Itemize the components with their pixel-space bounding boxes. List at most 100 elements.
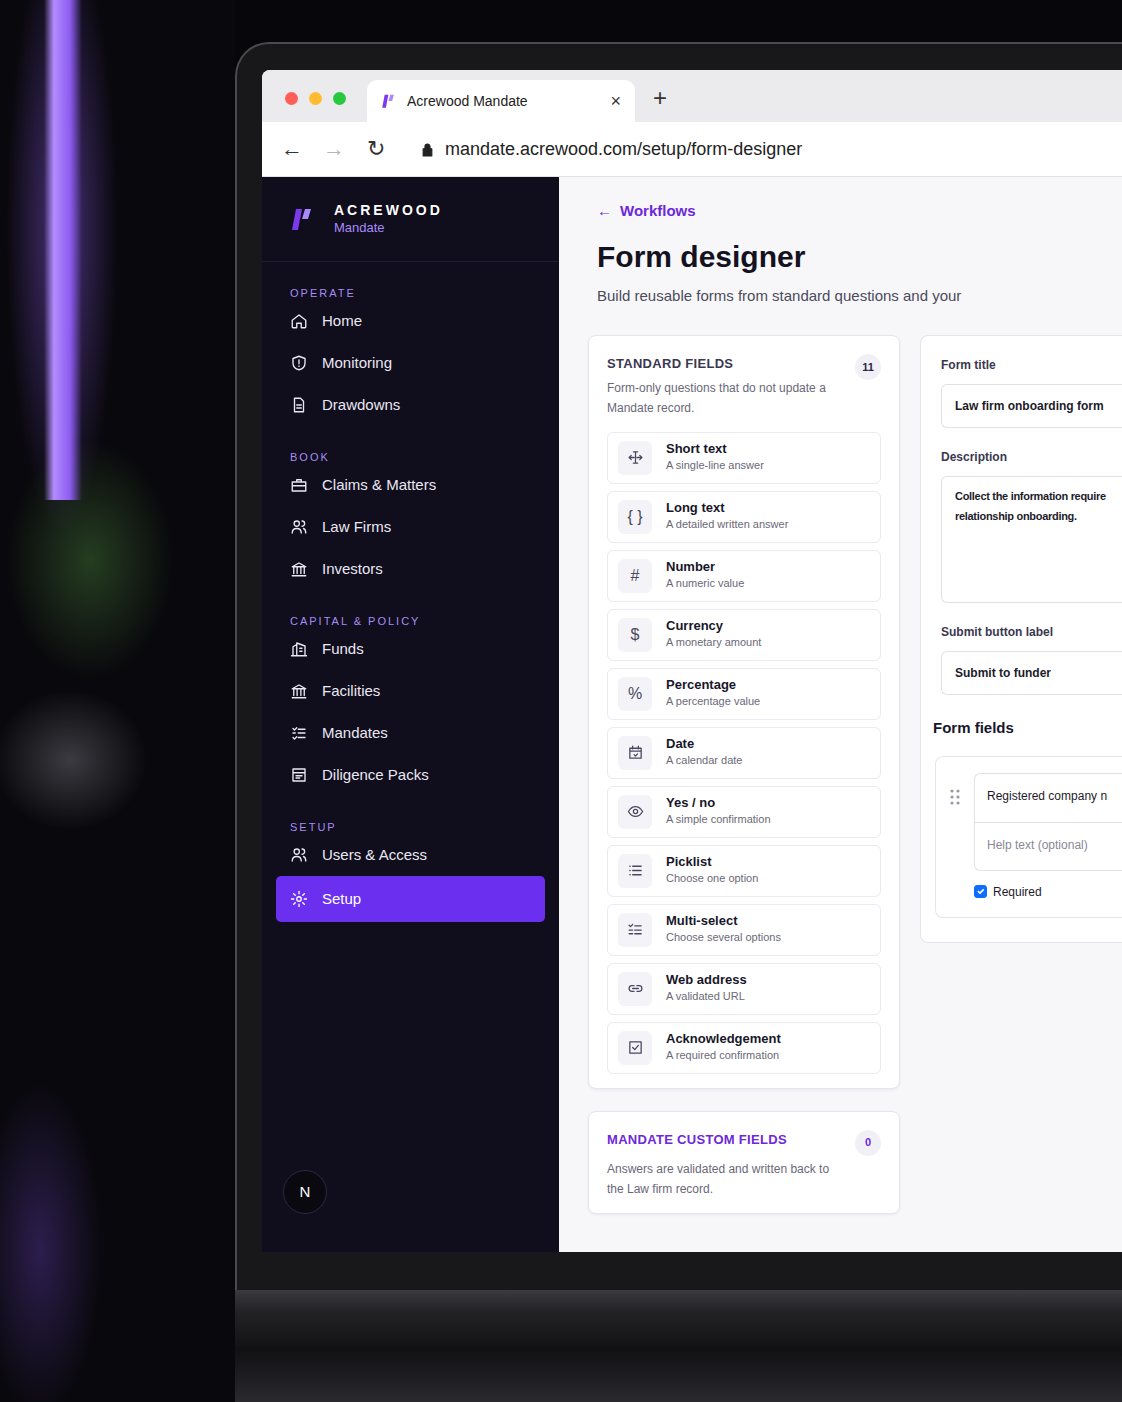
field-type-item[interactable]: Yes / noA simple confirmation: [607, 786, 881, 838]
sidebar-item[interactable]: Monitoring: [276, 342, 545, 384]
eye-icon: [627, 803, 644, 820]
field-type-text: PercentageA percentage value: [666, 677, 760, 709]
field-type-item[interactable]: DateA calendar date: [607, 727, 881, 779]
field-type-icon-box: [618, 854, 652, 888]
url-field[interactable]: mandate.acrewood.com/setup/form-designer: [419, 136, 802, 163]
card-title: MANDATE CUSTOM FIELDS: [607, 1130, 845, 1150]
field-type-item[interactable]: AcknowledgementA required confirmation: [607, 1022, 881, 1074]
standard-fields-card: STANDARD FIELDSForm-only questions that …: [588, 335, 900, 1089]
field-type-name[interactable]: Short text: [666, 441, 764, 458]
field-label: Form title: [941, 356, 1122, 374]
lock-icon: [419, 141, 436, 158]
main-content: ←WorkflowsForm designerBuild reusable fo…: [559, 177, 1122, 1252]
sidebar-section-label: SETUP: [262, 820, 559, 834]
laptop-lid: Acrewood Mandate× + ← → ↻ mandate.acrewood.co…: [235, 42, 1122, 1290]
field-type-item[interactable]: $CurrencyA monetary amount: [607, 609, 881, 661]
field-type-item[interactable]: Multi-selectChoose several options: [607, 904, 881, 956]
sidebar-item-label[interactable]: Facilities: [322, 680, 380, 703]
card-description: Form-only questions that do not update a…: [607, 378, 845, 418]
sidebar-item-label[interactable]: Funds: [322, 638, 364, 661]
user-avatar[interactable]: N: [283, 1170, 327, 1214]
field-type-name[interactable]: Long text: [666, 500, 788, 517]
field-type-item[interactable]: %PercentageA percentage value: [607, 668, 881, 720]
forward-button[interactable]: →: [321, 138, 347, 160]
back-link[interactable]: ← Workflows: [597, 200, 1122, 223]
minimize-button[interactable]: [309, 92, 322, 105]
submit-label-input[interactable]: Submit to funder: [941, 651, 1122, 695]
sidebar-item-label[interactable]: Investors: [322, 558, 383, 581]
field-type-item[interactable]: PicklistChoose one option: [607, 845, 881, 897]
sidebar-item-label[interactable]: Monitoring: [322, 352, 392, 375]
sidebar-item-label[interactable]: Users & Access: [322, 844, 427, 867]
sidebar-item-label[interactable]: Drawdowns: [322, 394, 400, 417]
people-icon: [290, 846, 308, 864]
browser-tab[interactable]: Acrewood Mandate×: [367, 80, 635, 122]
field-type-item[interactable]: { }Long textA detailed written answer: [607, 491, 881, 543]
logo-icon: [381, 93, 397, 109]
new-tab-button[interactable]: +: [653, 86, 667, 110]
list-icon: [627, 862, 644, 879]
field-type-name[interactable]: Acknowledgement: [666, 1031, 781, 1048]
field-type-name[interactable]: Web address: [666, 972, 747, 989]
sidebar-item-label[interactable]: Mandates: [322, 722, 388, 745]
sidebar-item[interactable]: Users & Access: [276, 834, 545, 876]
field-type-name[interactable]: Date: [666, 736, 742, 753]
field-type-text: Web addressA validated URL: [666, 972, 747, 1004]
sidebar-item-label[interactable]: Diligence Packs: [322, 764, 429, 787]
sidebar-item[interactable]: Drawdowns: [276, 384, 545, 426]
sidebar-item-label[interactable]: Setup: [322, 888, 361, 911]
sidebar-item[interactable]: Diligence Packs: [276, 754, 545, 796]
sidebar-item-label[interactable]: Home: [322, 310, 362, 333]
reload-button[interactable]: ↻: [363, 138, 389, 160]
brand[interactable]: ACREWOODMandate: [262, 177, 559, 262]
sidebar-item[interactable]: Claims & Matters: [276, 464, 545, 506]
url-text[interactable]: mandate.acrewood.com/setup/form-designer: [445, 136, 802, 163]
help-text-input[interactable]: Help text (optional): [975, 822, 1122, 870]
sidebar-item[interactable]: Investors: [276, 548, 545, 590]
sidebar-item-label[interactable]: Law Firms: [322, 516, 391, 539]
field-label-input[interactable]: Registered company n: [975, 774, 1122, 822]
required-toggle[interactable]: Required: [974, 883, 1122, 901]
description-line[interactable]: Collect the information require: [955, 486, 1122, 506]
field-type-name[interactable]: Multi-select: [666, 913, 781, 930]
zoom-button[interactable]: [333, 92, 346, 105]
sidebar-item[interactable]: Home: [276, 300, 545, 342]
form-field-editor: Registered company nHelp text (optional)…: [974, 773, 1122, 901]
field-type-name[interactable]: Yes / no: [666, 795, 771, 812]
description-line[interactable]: relationship onboarding.: [955, 506, 1122, 526]
back-arrow[interactable]: ←: [597, 200, 612, 223]
field-label: Description: [941, 448, 1122, 466]
required-checkbox[interactable]: [974, 885, 987, 898]
sidebar-item[interactable]: Facilities: [276, 670, 545, 712]
back-link-label[interactable]: Workflows: [620, 200, 696, 223]
required-label[interactable]: Required: [993, 883, 1042, 901]
field-type-item[interactable]: #NumberA numeric value: [607, 550, 881, 602]
back-button[interactable]: ←: [279, 138, 305, 160]
address-bar: ← → ↻ mandate.acrewood.com/setup/form-desig…: [262, 122, 1122, 177]
form-field-row: Registered company nHelp text (optional)…: [935, 756, 1122, 918]
field-type-name[interactable]: Picklist: [666, 854, 758, 871]
tab-close-button[interactable]: ×: [610, 92, 621, 110]
field-type-name[interactable]: Currency: [666, 618, 761, 635]
form-title-input[interactable]: Law firm onboarding form: [941, 384, 1122, 428]
card-heading: STANDARD FIELDSForm-only questions that …: [607, 354, 845, 418]
checkbox-icon: [627, 1039, 644, 1056]
sidebar: ACREWOODMandateOPERATEHomeMonitoringDraw…: [262, 177, 559, 1252]
description-textarea[interactable]: Collect the information requirerelations…: [941, 476, 1122, 603]
field-type-text: PicklistChoose one option: [666, 854, 758, 886]
sidebar-item[interactable]: Law Firms: [276, 506, 545, 548]
field-type-text: Long textA detailed written answer: [666, 500, 788, 532]
drag-handle-icon[interactable]: [950, 773, 960, 901]
field-type-text: NumberA numeric value: [666, 559, 744, 591]
field-type-item[interactable]: Web addressA validated URL: [607, 963, 881, 1015]
sidebar-item[interactable]: Funds: [276, 628, 545, 670]
sidebar-item[interactable]: Setup: [276, 876, 545, 922]
sidebar-item-label[interactable]: Claims & Matters: [322, 474, 436, 497]
field-type-name[interactable]: Number: [666, 559, 744, 576]
field-type-name[interactable]: Percentage: [666, 677, 760, 694]
card-header: MANDATE CUSTOM FIELDSAnswers are validat…: [607, 1130, 881, 1200]
field-type-item[interactable]: Short textA single-line answer: [607, 432, 881, 484]
sidebar-item[interactable]: Mandates: [276, 712, 545, 754]
close-button[interactable]: [285, 92, 298, 105]
glyph-icon: $: [631, 623, 640, 647]
